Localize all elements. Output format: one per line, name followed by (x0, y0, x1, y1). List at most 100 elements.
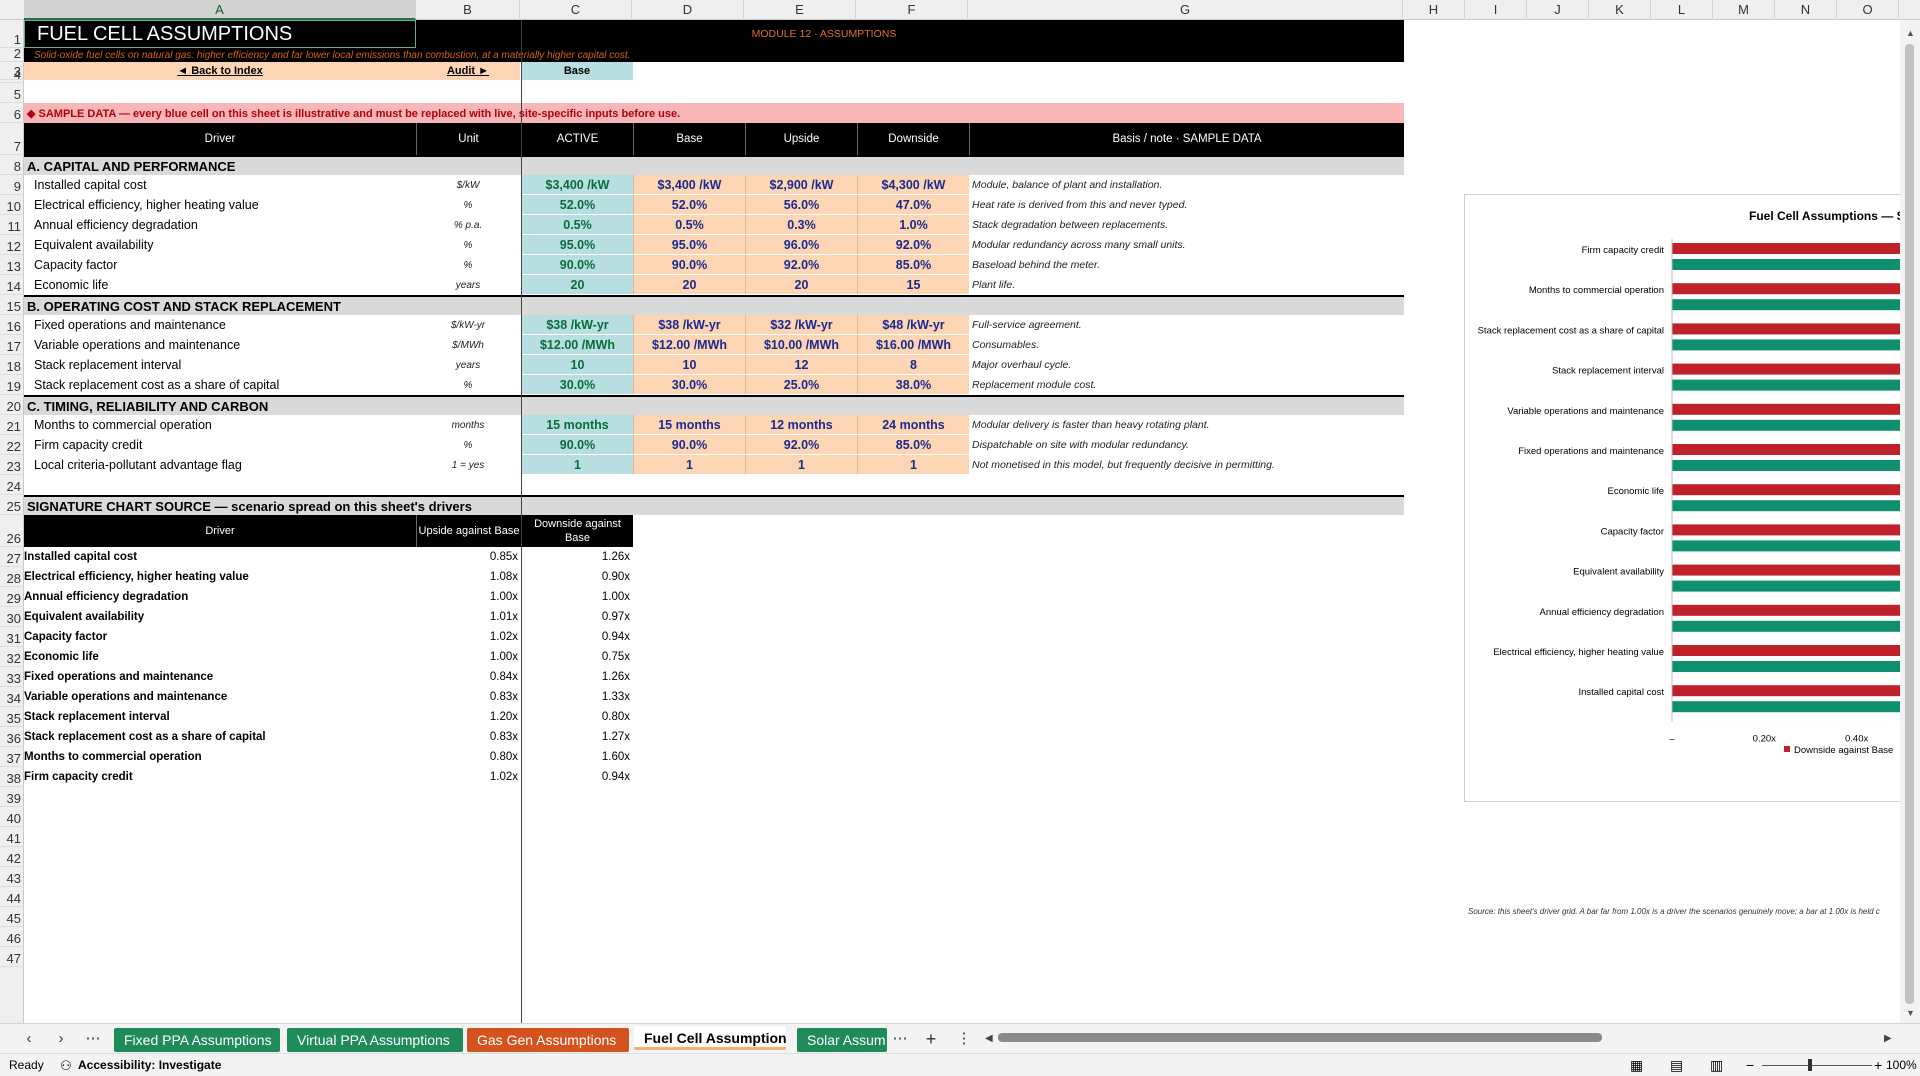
downside-value-cell[interactable]: $4,300 /kW (857, 175, 969, 195)
vertical-scroll-thumb[interactable] (1905, 44, 1914, 1004)
row-header-6[interactable]: 6 (0, 103, 24, 123)
column-header-d[interactable]: D (632, 0, 744, 20)
upside-value-cell[interactable]: 0.3% (745, 215, 857, 235)
column-header-b[interactable]: B (416, 0, 520, 20)
row-header-36[interactable]: 36 (0, 727, 24, 747)
active-value-cell[interactable]: 15 months (522, 415, 633, 435)
column-header-a[interactable]: A (24, 0, 416, 20)
column-header-c[interactable]: C (520, 0, 632, 20)
upside-value-cell[interactable]: 12 months (745, 415, 857, 435)
row-header-41[interactable]: 41 (0, 827, 24, 847)
zoom-in-icon[interactable]: + (1874, 1054, 1882, 1076)
row-header-5[interactable]: 5 (0, 83, 24, 103)
column-header-h[interactable]: H (1403, 0, 1465, 20)
upside-value-cell[interactable]: 1 (745, 455, 857, 475)
base-value-cell[interactable]: $3,400 /kW (633, 175, 745, 195)
accessibility-icon[interactable]: ⚇ (60, 1054, 72, 1076)
zoom-slider-handle[interactable] (1808, 1059, 1812, 1071)
row-header-40[interactable]: 40 (0, 807, 24, 827)
sheet-tab[interactable]: Solar Assum (797, 1028, 887, 1052)
upside-value-cell[interactable]: 12 (745, 355, 857, 375)
row-header-1[interactable]: 1 (0, 20, 24, 48)
row-header-35[interactable]: 35 (0, 707, 24, 727)
row-header-8[interactable]: 8 (0, 155, 24, 175)
active-value-cell[interactable]: $38 /kW-yr (522, 315, 633, 335)
row-header-24[interactable]: 24 (0, 475, 24, 495)
downside-value-cell[interactable]: 8 (857, 355, 969, 375)
column-header-j[interactable]: J (1527, 0, 1589, 20)
upside-value-cell[interactable]: $10.00 /MWh (745, 335, 857, 355)
row-header-28[interactable]: 28 (0, 567, 24, 587)
row-header-26[interactable]: 26 (0, 515, 24, 547)
active-value-cell[interactable]: $12.00 /MWh (522, 335, 633, 355)
downside-value-cell[interactable]: 38.0% (857, 375, 969, 395)
upside-value-cell[interactable]: 20 (745, 275, 857, 295)
downside-value-cell[interactable]: 92.0% (857, 235, 969, 255)
row-header-25[interactable]: 25 (0, 495, 24, 515)
row-header-9[interactable]: 9 (0, 175, 24, 195)
row-header-12[interactable]: 12 (0, 235, 24, 255)
vertical-scrollbar[interactable]: ▲ ▼ (1900, 20, 1920, 1023)
column-header-k[interactable]: K (1589, 0, 1651, 20)
downside-value-cell[interactable]: 85.0% (857, 435, 969, 455)
row-header-31[interactable]: 31 (0, 627, 24, 647)
active-value-cell[interactable]: 10 (522, 355, 633, 375)
row-header-19[interactable]: 19 (0, 375, 24, 395)
downside-value-cell[interactable]: 15 (857, 275, 969, 295)
row-header-17[interactable]: 17 (0, 335, 24, 355)
row-header-13[interactable]: 13 (0, 255, 24, 275)
page-layout-icon[interactable]: ▤ (1670, 1054, 1683, 1076)
next-sheet-icon[interactable]: › (50, 1028, 72, 1050)
upside-value-cell[interactable]: 96.0% (745, 235, 857, 255)
row-header-14[interactable]: 14 (0, 275, 24, 295)
row-header-32[interactable]: 32 (0, 647, 24, 667)
zoom-out-icon[interactable]: − (1746, 1054, 1754, 1076)
row-header-7[interactable]: 7 (0, 123, 24, 155)
row-header-39[interactable]: 39 (0, 787, 24, 807)
accessibility-status[interactable]: Accessibility: Investigate (78, 1054, 221, 1076)
sheet-tab[interactable]: Virtual PPA Assumptions (287, 1028, 463, 1052)
row-header-27[interactable]: 27 (0, 547, 24, 567)
base-value-cell[interactable]: 0.5% (633, 215, 745, 235)
row-header-34[interactable]: 34 (0, 687, 24, 707)
zoom-slider[interactable] (1762, 1065, 1872, 1066)
prev-sheet-icon[interactable]: ‹ (18, 1028, 40, 1050)
scenario-spread-chart[interactable]: Fuel Cell Assumptions — S Firm capacity c… (1464, 194, 1905, 802)
row-header-29[interactable]: 29 (0, 587, 24, 607)
column-header-o[interactable]: O (1837, 0, 1899, 20)
downside-value-cell[interactable]: 85.0% (857, 255, 969, 275)
upside-value-cell[interactable]: $2,900 /kW (745, 175, 857, 195)
hscroll-right-icon[interactable]: ▶ (1884, 1033, 1892, 1044)
upside-value-cell[interactable]: 92.0% (745, 255, 857, 275)
active-value-cell[interactable]: 1 (522, 455, 633, 475)
base-value-cell[interactable]: $38 /kW-yr (633, 315, 745, 335)
column-header-m[interactable]: M (1713, 0, 1775, 20)
sheet-tab[interactable]: Fixed PPA Assumptions (114, 1028, 280, 1052)
row-header-23[interactable]: 23 (0, 455, 24, 475)
column-header-f[interactable]: F (856, 0, 968, 20)
base-value-cell[interactable]: 15 months (633, 415, 745, 435)
upside-value-cell[interactable]: 56.0% (745, 195, 857, 215)
active-value-cell[interactable]: 90.0% (522, 435, 633, 455)
row-header-10[interactable]: 10 (0, 195, 24, 215)
base-value-cell[interactable]: 52.0% (633, 195, 745, 215)
active-value-cell[interactable]: $3,400 /kW (522, 175, 633, 195)
row-header-43[interactable]: 43 (0, 867, 24, 887)
sheet-tab[interactable]: Gas Gen Assumptions (467, 1028, 629, 1052)
add-sheet-icon[interactable]: + (920, 1028, 942, 1050)
base-value-cell[interactable]: 20 (633, 275, 745, 295)
active-value-cell[interactable]: 95.0% (522, 235, 633, 255)
column-header-i[interactable]: I (1465, 0, 1527, 20)
row-header-18[interactable]: 18 (0, 355, 24, 375)
row-header-22[interactable]: 22 (0, 435, 24, 455)
zoom-level[interactable]: 100% (1886, 1054, 1917, 1076)
column-header-n[interactable]: N (1775, 0, 1837, 20)
downside-value-cell[interactable]: $48 /kW-yr (857, 315, 969, 335)
page-break-preview-icon[interactable]: ▥ (1710, 1054, 1723, 1076)
sheet-tab[interactable]: Fuel Cell Assumptions (634, 1026, 786, 1050)
row-header-11[interactable]: 11 (0, 215, 24, 235)
upside-value-cell[interactable]: $32 /kW-yr (745, 315, 857, 335)
active-value-cell[interactable]: 90.0% (522, 255, 633, 275)
downside-value-cell[interactable]: $16.00 /MWh (857, 335, 969, 355)
hscroll-left-icon[interactable]: ◀ (985, 1033, 993, 1044)
